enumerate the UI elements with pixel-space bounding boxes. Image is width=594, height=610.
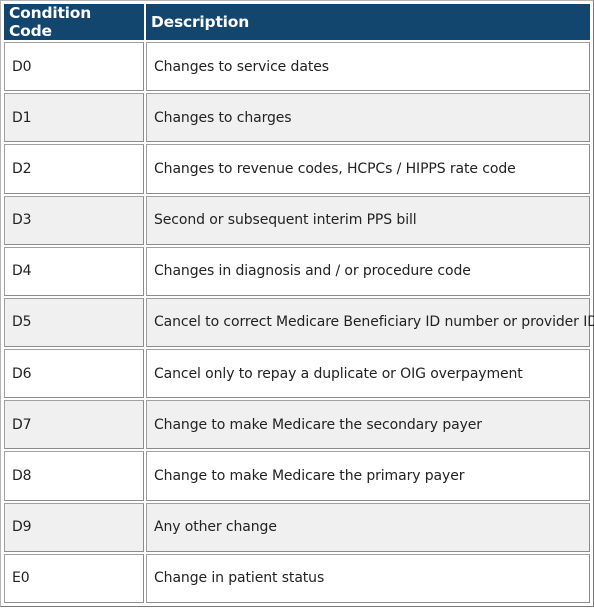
description-cell: Any other change: [146, 502, 590, 552]
table-row: D7 Change to make Medicare the secondary…: [4, 400, 590, 450]
condition-code-cell: D1: [4, 93, 144, 143]
condition-code-cell: D9: [4, 502, 144, 552]
description-cell: Second or subsequent interim PPS bill: [146, 195, 590, 245]
condition-code-cell: D6: [4, 349, 144, 399]
condition-code-cell: D0: [4, 42, 144, 92]
table-row: D5 Cancel to correct Medicare Beneficiar…: [4, 297, 594, 348]
description-cell: Change in patient status: [146, 553, 590, 603]
condition-code-cell: D2: [4, 144, 144, 194]
condition-code-cell: D8: [4, 451, 144, 501]
condition-code-cell: D5: [4, 297, 144, 348]
table-row: D9 Any other change: [4, 502, 590, 552]
condition-code-cell: D4: [4, 246, 144, 296]
description-cell: Changes to charges: [146, 93, 590, 143]
table-row: D3 Second or subsequent interim PPS bill: [4, 195, 590, 245]
table-row: D2 Changes to revenue codes, HCPCs / HIP…: [4, 144, 590, 194]
description-cell: Change to make Medicare the secondary pa…: [146, 400, 590, 450]
column-header-description: Description: [146, 4, 590, 40]
description-cell: Change to make Medicare the primary paye…: [146, 451, 590, 501]
condition-code-table: Condition Code Description D0 Changes to…: [2, 2, 594, 605]
condition-code-cell: D3: [4, 195, 144, 245]
description-cell: Changes to service dates: [146, 42, 590, 92]
condition-code-cell: D7: [4, 400, 144, 450]
description-cell: Cancel to correct Medicare Beneficiary I…: [146, 297, 594, 348]
condition-code-cell: E0: [4, 553, 144, 603]
condition-code-table-container: Condition Code Description D0 Changes to…: [0, 0, 594, 607]
description-cell: Cancel only to repay a duplicate or OIG …: [146, 349, 590, 399]
table-row: D6 Cancel only to repay a duplicate or O…: [4, 349, 590, 399]
table-header-row: Condition Code Description: [4, 4, 590, 40]
description-cell: Changes to revenue codes, HCPCs / HIPPS …: [146, 144, 590, 194]
table-row: D1 Changes to charges: [4, 93, 590, 143]
table-row: D4 Changes in diagnosis and / or procedu…: [4, 246, 590, 296]
description-cell: Changes in diagnosis and / or procedure …: [146, 246, 590, 296]
table-row: D8 Change to make Medicare the primary p…: [4, 451, 590, 501]
table-row: E0 Change in patient status: [4, 553, 590, 603]
table-row: D0 Changes to service dates: [4, 42, 590, 92]
column-header-condition-code: Condition Code: [4, 4, 144, 40]
